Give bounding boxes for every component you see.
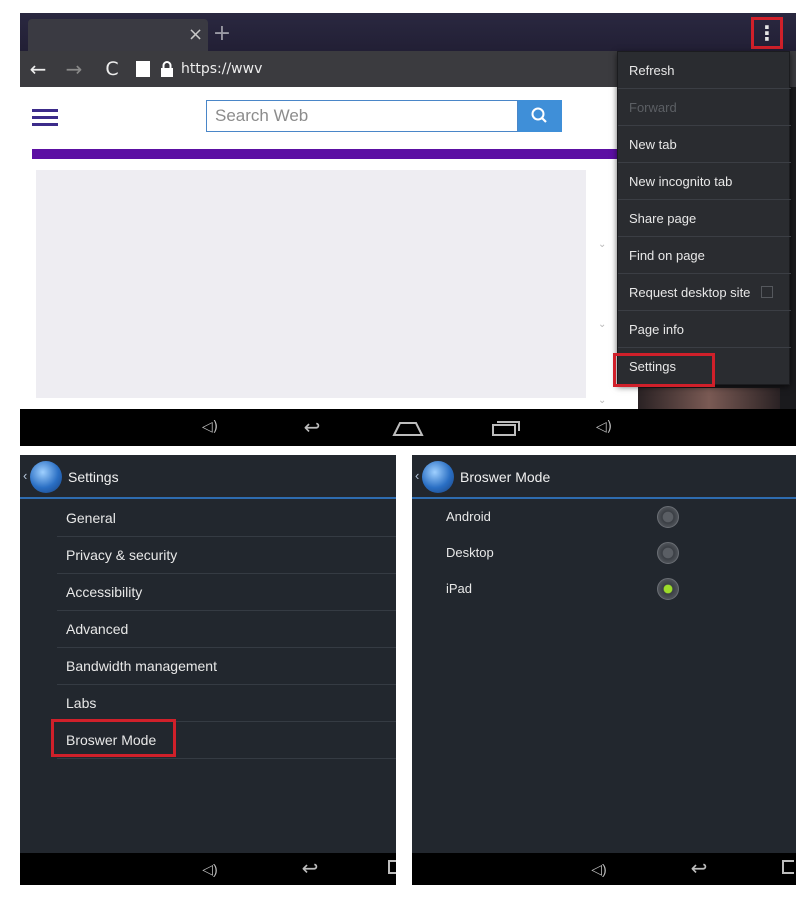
menu-item-forward: Forward — [618, 89, 791, 126]
back-icon[interactable]: ↩ — [295, 857, 325, 881]
more-vert-icon: ⋮ — [757, 21, 777, 45]
volume-icon[interactable]: ◁) — [200, 857, 220, 881]
volume-icon[interactable]: ◁) — [589, 857, 609, 881]
back-chevron-icon[interactable]: ‹ — [415, 468, 419, 483]
search-button[interactable] — [518, 100, 562, 132]
globe-icon — [422, 461, 454, 493]
action-bar: ‹ Settings — [20, 455, 396, 499]
highlight-box — [613, 353, 715, 387]
web-page: Search Web ⌄ ⌄ ⌄ — [20, 87, 638, 409]
forward-arrow-icon[interactable]: → — [62, 55, 86, 83]
reload-icon[interactable]: C — [100, 55, 124, 83]
settings-screen: ‹ Settings General Privacy & security Ac… — [20, 455, 396, 885]
browser-mode-screen: ‹ Broswer Mode Android Desktop iPad ◁) ↩ — [412, 455, 796, 885]
system-nav-bar: ◁) ↩ — [20, 853, 396, 885]
system-nav-bar: ◁) ↩ ◁) — [20, 409, 796, 446]
settings-item-general[interactable]: General — [57, 500, 396, 537]
home-icon[interactable] — [782, 860, 794, 874]
home-icon[interactable] — [388, 860, 396, 874]
menu-item-page-info[interactable]: Page info — [618, 311, 791, 348]
menu-item-find-on-page[interactable]: Find on page — [618, 237, 791, 274]
option-label: Desktop — [446, 545, 494, 560]
overflow-menu-button[interactable]: ⋮ — [751, 17, 783, 49]
browser-window: × + ⋮ ← → C https://wwv Search Web ⌄ ⌄ ⌄… — [20, 13, 796, 446]
hamburger-menu-icon[interactable] — [32, 109, 58, 127]
checkbox[interactable] — [761, 286, 773, 298]
back-arrow-icon[interactable]: ← — [26, 55, 50, 83]
settings-item-labs[interactable]: Labs — [57, 685, 396, 722]
tab-close-icon[interactable]: × — [188, 25, 203, 45]
settings-item-privacy[interactable]: Privacy & security — [57, 537, 396, 574]
url-field[interactable]: https://wwv — [181, 59, 262, 79]
home-icon[interactable] — [392, 419, 424, 437]
settings-item-accessibility[interactable]: Accessibility — [57, 574, 396, 611]
mode-option-android[interactable]: Android — [446, 499, 786, 535]
page-title: Broswer Mode — [460, 469, 551, 485]
chevron-down-icon: ⌄ — [598, 319, 607, 330]
system-nav-bar: ◁) ↩ — [412, 853, 796, 885]
volume-icon[interactable]: ◁) — [594, 415, 614, 439]
menu-item-new-incognito-tab[interactable]: New incognito tab — [618, 163, 791, 200]
radio-button-selected[interactable] — [657, 578, 679, 600]
menu-item-label: Request desktop site — [629, 285, 751, 300]
radio-button[interactable] — [657, 506, 679, 528]
action-bar: ‹ Broswer Mode — [412, 455, 796, 499]
highlight-box — [51, 719, 176, 757]
menu-item-new-tab[interactable]: New tab — [618, 126, 791, 163]
search-icon — [531, 107, 547, 123]
mode-option-desktop[interactable]: Desktop — [446, 535, 786, 571]
menu-item-request-desktop-site[interactable]: Request desktop site — [618, 274, 791, 311]
content-placeholder — [36, 170, 586, 398]
tab-strip: × + ⋮ — [20, 13, 796, 51]
volume-icon[interactable]: ◁) — [200, 415, 220, 439]
settings-item-bandwidth[interactable]: Bandwidth management — [57, 648, 396, 685]
option-label: Android — [446, 509, 491, 524]
menu-item-refresh[interactable]: Refresh — [618, 52, 791, 89]
content-side-column — [595, 170, 615, 398]
back-icon[interactable]: ↩ — [297, 415, 327, 439]
lock-icon — [161, 61, 173, 77]
page-icon — [136, 61, 150, 77]
new-tab-icon[interactable]: + — [208, 22, 236, 48]
settings-item-advanced[interactable]: Advanced — [57, 611, 396, 648]
search-input[interactable]: Search Web — [206, 100, 518, 132]
mode-option-ipad[interactable]: iPad — [446, 571, 786, 607]
chevron-down-icon: ⌄ — [598, 395, 607, 406]
recent-apps-icon[interactable] — [491, 419, 521, 437]
menu-item-share-page[interactable]: Share page — [618, 200, 791, 237]
back-chevron-icon[interactable]: ‹ — [23, 468, 27, 483]
site-nav-bar — [32, 149, 638, 159]
radio-button[interactable] — [657, 542, 679, 564]
globe-icon — [30, 461, 62, 493]
back-icon[interactable]: ↩ — [684, 857, 714, 881]
chevron-down-icon: ⌄ — [598, 239, 607, 250]
thumbnail-image — [638, 388, 780, 410]
page-title: Settings — [68, 469, 119, 485]
option-label: iPad — [446, 581, 473, 596]
browser-tab[interactable]: × — [28, 19, 208, 51]
overflow-menu: Refresh Forward New tab New incognito ta… — [617, 51, 791, 385]
